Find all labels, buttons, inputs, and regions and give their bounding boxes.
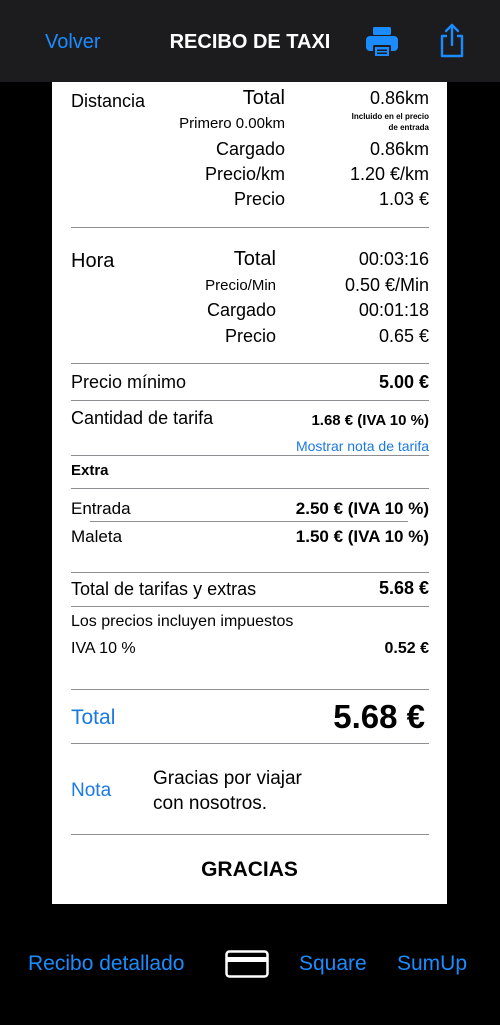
credit-card-icon[interactable] [225,950,269,978]
time-total-label: Total [233,248,276,270]
time-rate-label: Precio/Min [205,277,276,294]
note-label: Nota [71,780,112,801]
share-icon[interactable] [438,23,466,59]
subtotal-label: Total de tarifas y extras [71,579,257,599]
distance-charged-label: Cargado [215,139,285,159]
extra-item-label: Maleta [71,527,123,546]
minimum-price-label: Precio mínimo [71,372,187,392]
distance-first-note: Incluido en el precio [351,112,429,121]
page-title: RECIBO DE TAXI [169,31,331,53]
distance-rate-value: 1.20 €/km [349,164,429,184]
vat-label: IVA 10 % [71,640,136,657]
time-charged-value: 00:01:18 [358,300,429,320]
time-price-value: 0.65 € [378,326,429,346]
extra-item-value: 1.50 € (IVA 10 %) [295,527,429,546]
show-fare-note-link[interactable]: Mostrar nota de tarifa [296,438,429,454]
distance-price-value: 1.03 € [378,189,429,209]
divider [71,689,429,690]
divider [71,606,429,607]
subtotal-value: 5.68 € [378,578,429,598]
printer-icon[interactable] [364,24,400,60]
note-text: con nosotros. [153,793,268,814]
extra-item-value: 2.50 € (IVA 10 %) [295,499,429,518]
distance-price-label: Precio [233,189,285,209]
tax-note: Los precios incluyen impuestos [71,613,294,630]
distance-rate-label: Precio/km [204,164,285,184]
distance-total-value: 0.86km [369,88,429,108]
time-rate-value: 0.50 €/Min [344,275,429,295]
divider [71,400,429,401]
extra-item-label: Entrada [71,499,131,518]
bottom-toolbar: Recibo detallado Square SumUp [0,904,500,1025]
vat-value: 0.52 € [384,640,429,657]
time-total-value: 00:03:16 [358,249,429,269]
distance-first-note: de entrada [388,123,429,132]
divider [71,488,429,489]
time-label: Hora [71,250,115,272]
divider [71,743,429,744]
divider [71,227,429,228]
extras-heading: Extra [71,462,109,479]
divider [71,572,429,573]
divider [71,834,429,835]
footer-thanks: GRACIAS [201,858,298,881]
divider [71,455,429,456]
time-price-label: Precio [224,326,276,346]
nav-bar: Volver RECIBO DE TAXI [0,0,500,82]
total-value: 5.68 € [333,698,425,735]
note-text: Gracias por viajar [153,768,302,789]
minimum-price-value: 5.00 € [378,372,429,392]
sumup-button[interactable]: SumUp [397,952,467,976]
time-charged-label: Cargado [206,300,276,320]
divider [90,521,408,522]
distance-first-label: Primero 0.00km [179,115,285,132]
distance-total-label: Total [242,87,285,109]
distance-label: Distancia [71,91,146,111]
divider [71,363,429,364]
fare-label: Cantidad de tarifa [71,408,214,428]
distance-charged-value: 0.86km [369,139,429,159]
total-label: Total [71,706,116,729]
receipt: Distancia Total 0.86km Primero 0.00km In… [52,82,447,904]
fare-value: 1.68 € (IVA 10 %) [311,412,429,429]
detailed-receipt-button[interactable]: Recibo detallado [28,952,184,976]
square-button[interactable]: Square [299,952,367,976]
